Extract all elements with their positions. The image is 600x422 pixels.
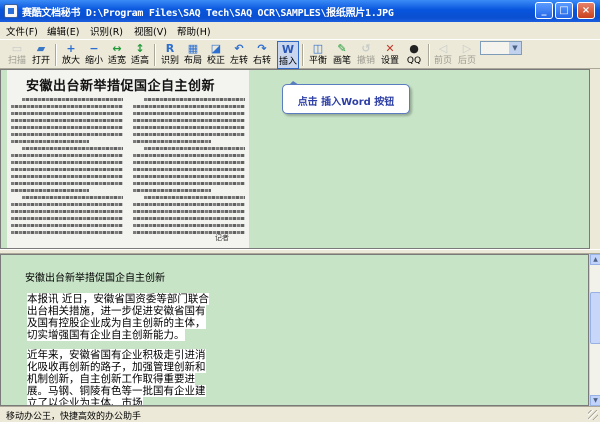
scroll-down-icon[interactable]: ▼ <box>590 395 600 406</box>
open-button[interactable]: ▰ 打开 <box>30 41 52 69</box>
document-title: 安徽出台新举措促国企自主创新 <box>25 273 165 284</box>
deskew-icon: ◪ <box>210 42 222 55</box>
newspaper-byline: 记者 <box>215 234 229 242</box>
newspaper-text-line <box>133 182 245 185</box>
scanner-icon: ▭ <box>11 42 23 55</box>
newspaper-text-line <box>133 133 245 136</box>
newspaper-text-line <box>144 196 245 199</box>
fit-height-button[interactable]: ↕ 适高 <box>129 41 151 69</box>
status-text: 移动办公王，快捷高效的办公助手 <box>6 412 142 422</box>
menu-edit[interactable]: 编辑(E) <box>47 24 79 38</box>
paragraph-text: 本报讯 近日，安徽省国资委等部门联合出台相关措施，进一步促进安徽省国有及国有控股… <box>27 293 209 341</box>
newspaper-text-line <box>144 98 245 101</box>
newspaper-text-line <box>133 175 245 178</box>
newspaper-text-line <box>133 217 245 220</box>
newspaper-text-line <box>11 189 90 192</box>
pen-icon: ✎ <box>337 42 347 55</box>
recognize-icon: R <box>165 42 175 55</box>
settings-tools-icon: ✕ <box>385 42 395 55</box>
newspaper-text-line <box>133 105 245 108</box>
newspaper-text-line <box>11 210 123 213</box>
newspaper-text-line <box>133 210 245 213</box>
newspaper-text-line <box>11 175 123 178</box>
newspaper-text-line <box>11 119 123 122</box>
newspaper-text-line <box>11 168 123 171</box>
newspaper-text-line <box>11 105 123 108</box>
window-title: 赛酷文档秘书 D:\Program Files\SAQ Tech\SAQ OCR… <box>22 8 394 19</box>
document-paragraph: 本报讯 近日，安徽省国资委等部门联合出台相关措施，进一步促进安徽省国有及国有控股… <box>27 293 213 341</box>
newspaper-column-right <box>133 98 245 242</box>
insert-word-tooltip: 点击 插入Word 按钮 <box>282 81 410 114</box>
newspaper-text-line <box>22 147 123 150</box>
qq-button[interactable]: ● QQ <box>403 41 425 69</box>
newspaper-text-line <box>133 168 245 171</box>
fit-height-icon: ↕ <box>135 42 145 55</box>
page-select[interactable]: ▼ <box>480 41 522 55</box>
newspaper-text-line <box>133 119 245 122</box>
app-icon[interactable] <box>4 4 18 18</box>
chevron-down-icon[interactable]: ▼ <box>509 42 521 54</box>
newspaper-text-line <box>11 140 90 143</box>
minimize-button[interactable]: _ <box>535 2 553 19</box>
newspaper-text-line <box>11 182 123 185</box>
newspaper-text-line <box>11 217 123 220</box>
newspaper-text-line <box>11 161 123 164</box>
newspaper-text-line <box>133 112 245 115</box>
fit-width-icon: ↔ <box>112 42 122 55</box>
next-page-button[interactable]: ▷ 后页 <box>456 41 478 69</box>
insert-word-button[interactable]: W 插入 <box>277 41 299 69</box>
document-paragraph: 近年来，安徽省国有企业积极走引进消化吸收再创新的路子，加强管理创新和机制创新，自… <box>27 349 213 405</box>
newspaper-text-line <box>133 224 245 227</box>
newspaper-text-line <box>11 203 123 206</box>
newspaper-text-line <box>133 189 212 192</box>
word-insert-icon: W <box>281 43 295 56</box>
rotate-right-button[interactable]: ↷ 右转 <box>251 41 273 69</box>
next-page-icon: ▷ <box>462 42 472 55</box>
maximize-button[interactable]: □ <box>555 2 573 19</box>
scroll-up-icon[interactable]: ▲ <box>590 254 600 265</box>
newspaper-text-line <box>11 126 123 129</box>
recognized-text-pane[interactable]: 安徽出台新举措促国企自主创新 本报讯 近日，安徽省国资委等部门联合出台相关措施，… <box>0 254 589 406</box>
paragraph-text: 近年来，安徽省国有企业积极走引进消化吸收再创新的路子，加强管理创新和机制创新，自… <box>27 349 206 405</box>
newspaper-text-line <box>133 126 245 129</box>
menu-bar: 文件(F) 编辑(E) 识别(R) 视图(V) 帮助(H) <box>0 22 600 39</box>
tooltip-text: 点击 插入Word 按钮 <box>297 97 395 108</box>
zoom-in-icon: + <box>66 42 76 55</box>
layout-icon: ▦ <box>187 42 199 55</box>
qq-penguin-icon: ● <box>409 42 419 55</box>
newspaper-text-line <box>22 196 123 199</box>
zoom-out-icon: − <box>89 42 99 55</box>
newspaper-text-line <box>11 112 123 115</box>
resize-grip-icon[interactable] <box>588 410 598 420</box>
newspaper-text-line <box>133 161 245 164</box>
menu-view[interactable]: 视图(V) <box>134 24 167 38</box>
newspaper-image: 安徽出台新举措促国企自主创新 记者 <box>7 70 249 248</box>
newspaper-text-line <box>11 224 123 227</box>
rotate-right-icon: ↷ <box>257 42 267 55</box>
prev-page-icon: ◁ <box>438 42 448 55</box>
menu-help[interactable]: 帮助(H) <box>177 24 211 38</box>
close-button[interactable]: × <box>577 2 595 19</box>
balance-icon: ◫ <box>312 42 324 55</box>
newspaper-text-line <box>133 154 245 157</box>
title-bar[interactable]: 赛酷文档秘书 D:\Program Files\SAQ Tech\SAQ OCR… <box>0 0 600 22</box>
app-window: 赛酷文档秘书 D:\Program Files\SAQ Tech\SAQ OCR… <box>0 0 600 422</box>
newspaper-text-line <box>133 140 212 143</box>
newspaper-column-left <box>11 98 123 242</box>
newspaper-text-line <box>133 203 245 206</box>
newspaper-text-line <box>22 98 123 101</box>
rotate-left-icon: ↶ <box>234 42 244 55</box>
newspaper-text-line <box>144 147 245 150</box>
status-bar: 移动办公王，快捷高效的办公助手 <box>0 406 600 422</box>
menu-recognize[interactable]: 识别(R) <box>90 24 123 38</box>
undo-icon: ↺ <box>361 42 371 55</box>
open-folder-icon: ▰ <box>36 42 46 55</box>
vertical-scrollbar[interactable]: ▲ ▼ <box>589 254 600 406</box>
newspaper-headline: 安徽出台新举措促国企自主创新 <box>26 79 216 94</box>
menu-file[interactable]: 文件(F) <box>6 24 38 38</box>
scrollbar-thumb[interactable] <box>590 292 600 344</box>
newspaper-text-line <box>11 154 123 157</box>
newspaper-text-line <box>11 231 123 234</box>
newspaper-text-line <box>11 133 123 136</box>
